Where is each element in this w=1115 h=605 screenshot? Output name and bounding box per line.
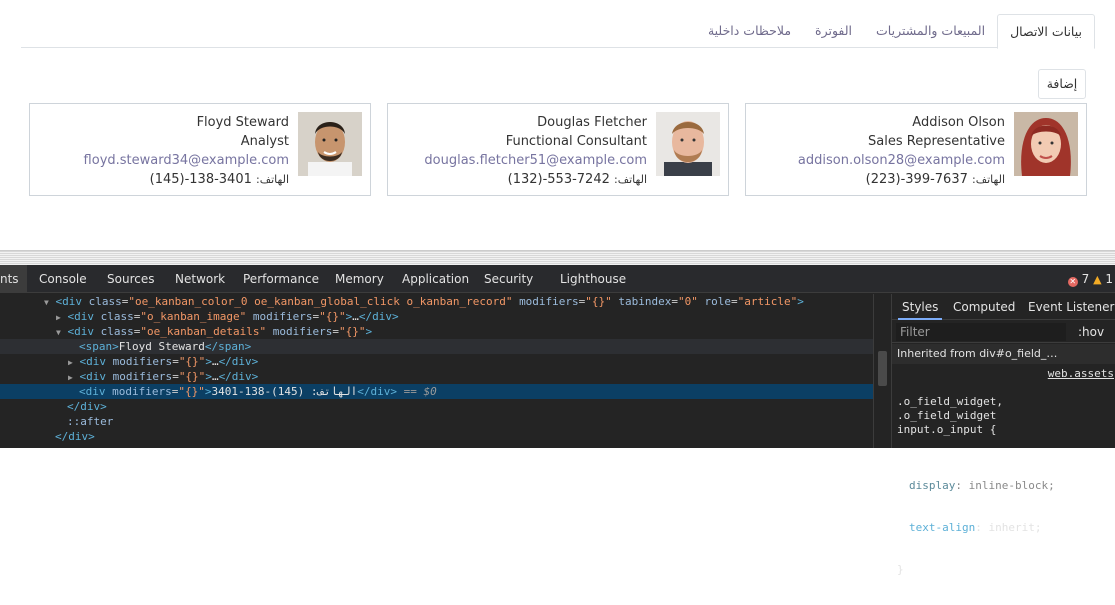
styles-filter-input[interactable]: Filter: [896, 323, 1066, 341]
dom-node[interactable]: </div>: [0, 429, 873, 444]
error-icon: ✕: [1067, 277, 1078, 287]
tab-internal-notes[interactable]: ملاحظات داخلية: [696, 14, 803, 48]
warning-count: 1: [1105, 272, 1113, 286]
contact-function: Functional Consultant: [505, 134, 647, 149]
dom-node[interactable]: ▶ <div modifiers="{}">…</div>: [0, 369, 873, 384]
dom-node[interactable]: ▼ <div class="oe_kanban_color_0 oe_kanba…: [0, 294, 873, 309]
phone-label: الهاتف:: [614, 173, 647, 186]
contact-name: Floyd Steward: [196, 115, 289, 130]
tab-sales-purchase[interactable]: المبيعات والمشتريات: [864, 14, 997, 48]
dom-tree[interactable]: ▼ <div class="oe_kanban_color_0 oe_kanba…: [0, 294, 873, 448]
tab-contacts[interactable]: بيانات الاتصال: [997, 14, 1095, 49]
dom-scrollbar[interactable]: [873, 294, 891, 448]
tab-console[interactable]: Console: [39, 265, 87, 293]
issues-counter[interactable]: ✕ 7 ▲ 1: [1067, 265, 1113, 293]
notebook-tabs: بيانات الاتصال المبيعات والمشتريات الفوت…: [21, 14, 1095, 49]
tab-lighthouse[interactable]: Lighthouse: [560, 265, 626, 293]
tab-network[interactable]: Network: [175, 265, 225, 293]
contact-card[interactable]: Addison Olson Sales Representative addis…: [745, 103, 1087, 196]
contact-email[interactable]: douglas.fletcher51@example.com: [424, 151, 647, 170]
avatar: [656, 112, 720, 176]
expand-triangle-icon[interactable]: ▶: [56, 313, 61, 322]
tab-application[interactable]: Application: [402, 265, 469, 293]
contact-details: Douglas Fletcher Functional Consultant d…: [424, 113, 647, 189]
contact-details: Floyd Steward Analyst floyd.steward34@ex…: [84, 113, 289, 189]
expand-triangle-icon[interactable]: ▶: [68, 373, 73, 382]
contact-phone: الهاتف: (132)-553-7242: [424, 170, 647, 189]
inherited-header: Inherited from div#o_field_…: [892, 344, 1115, 364]
rule-declaration[interactable]: display: inline-block;: [897, 479, 1115, 493]
tab-sources[interactable]: Sources: [107, 265, 154, 293]
tab-styles[interactable]: Styles: [898, 294, 943, 320]
hov-toggle[interactable]: :hov: [1078, 323, 1104, 341]
dom-node[interactable]: ::after: [0, 414, 873, 429]
scrollbar-thumb[interactable]: [878, 351, 887, 386]
error-count: 7: [1081, 272, 1090, 286]
contact-function: Analyst: [240, 134, 289, 149]
tab-computed[interactable]: Computed: [953, 294, 1015, 320]
phone-value: (223)-399-7637: [865, 172, 968, 187]
contact-phone: الهاتف: (223)-399-7637: [798, 170, 1005, 189]
contact-email[interactable]: addison.olson28@example.com: [798, 151, 1005, 170]
contact-card[interactable]: Douglas Fletcher Functional Consultant d…: [387, 103, 729, 196]
contact-name: Douglas Fletcher: [537, 115, 647, 130]
tab-security[interactable]: Security: [484, 265, 533, 293]
css-rule[interactable]: .o_field_widget, .o_field_widget input.o…: [897, 367, 1115, 605]
form-sheet: بيانات الاتصال المبيعات والمشتريات الفوت…: [0, 0, 1115, 250]
dom-node[interactable]: </div>: [0, 399, 873, 414]
rule-selector: .o_field_widget, .o_field_widget input.o…: [897, 395, 1003, 436]
rule-declaration[interactable]: text-align: inherit;: [897, 521, 1115, 535]
tab-memory[interactable]: Memory: [335, 265, 384, 293]
devtools-panel: nts Console Sources Network Performance …: [0, 265, 1115, 576]
avatar: [1014, 112, 1078, 176]
contact-details: Addison Olson Sales Representative addis…: [798, 113, 1005, 189]
styles-pane: Styles Computed Event Listeners Filter :…: [891, 294, 1115, 576]
dom-node[interactable]: ▼ <div class="oe_kanban_details" modifie…: [0, 324, 873, 339]
styles-tabbar: Styles Computed Event Listeners: [892, 294, 1115, 320]
collapse-triangle-icon[interactable]: ▼: [44, 298, 49, 307]
warning-icon: ▲: [1093, 273, 1102, 286]
collapse-triangle-icon[interactable]: ▼: [56, 328, 61, 337]
add-button[interactable]: إضافة: [1038, 69, 1086, 99]
rule-close: }: [897, 563, 904, 576]
tab-performance[interactable]: Performance: [243, 265, 319, 293]
phone-value: (145)-138-3401: [149, 172, 252, 187]
contact-card[interactable]: Floyd Steward Analyst floyd.steward34@ex…: [29, 103, 371, 196]
tab-invoicing[interactable]: الفوترة: [803, 14, 864, 48]
tab-elements[interactable]: nts: [0, 265, 27, 293]
avatar: [298, 112, 362, 176]
phone-label: الهاتف:: [972, 173, 1005, 186]
devtools-tabbar: nts Console Sources Network Performance …: [0, 265, 1115, 293]
devtools-resizer[interactable]: [0, 250, 1115, 266]
expand-triangle-icon[interactable]: ▶: [68, 358, 73, 367]
phone-label: الهاتف:: [256, 173, 289, 186]
phone-value: (132)-553-7242: [507, 172, 610, 187]
dom-node[interactable]: ▶ <div class="o_kanban_image" modifiers=…: [0, 309, 873, 324]
contact-email[interactable]: floyd.steward34@example.com: [84, 151, 289, 170]
contact-phone: الهاتف: (145)-138-3401: [84, 170, 289, 189]
tab-event-listeners[interactable]: Event Listeners: [1028, 294, 1115, 320]
filter-bar: Filter :hov: [892, 321, 1115, 343]
dom-node[interactable]: ▶ <div modifiers="{}">…</div>: [0, 354, 873, 369]
dom-node[interactable]: <span>Floyd Steward</span>: [0, 339, 873, 354]
rule-source-link[interactable]: web.assets: [1048, 367, 1114, 381]
selected-marker: == $0: [403, 385, 437, 398]
dom-node-selected[interactable]: <div modifiers="{}">3401-138-(145) :الها…: [0, 384, 873, 399]
contact-name: Addison Olson: [912, 115, 1005, 130]
contact-function: Sales Representative: [868, 134, 1005, 149]
